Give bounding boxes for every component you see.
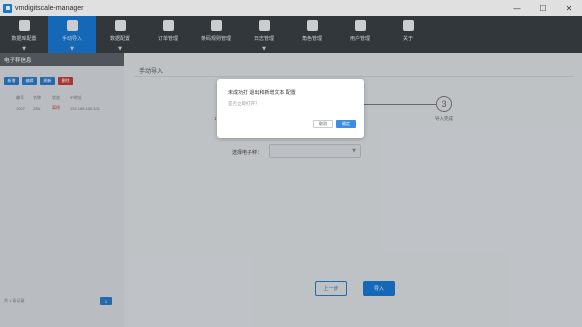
dialog-ok-button[interactable]: 确定 [336,120,356,128]
confirm-dialog: 未成功打 退出和新增文本 配置 是否立即打开？ 取消 确定 [217,79,364,138]
dialog-message: 是否立即打开？ [228,101,260,106]
modal-overlay [0,0,582,327]
dialog-cancel-button[interactable]: 取消 [313,120,333,128]
dialog-title: 未成功打 退出和新增文本 配置 [228,90,296,96]
